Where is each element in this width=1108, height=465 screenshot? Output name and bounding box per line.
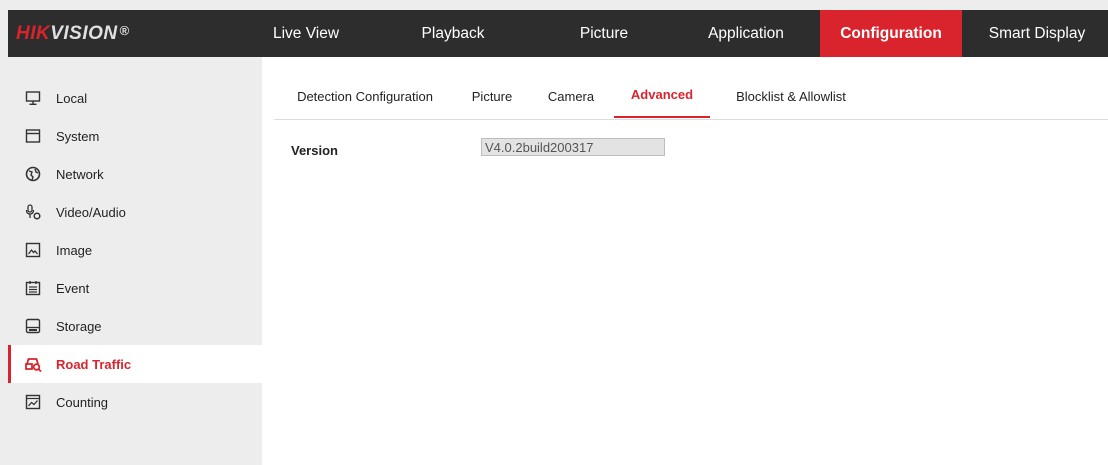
microphone-icon	[24, 203, 42, 221]
logo-registered-mark: ®	[119, 23, 130, 38]
version-field[interactable]	[481, 138, 665, 156]
tab-divider	[274, 119, 1108, 120]
window-icon	[24, 127, 42, 145]
sidebar-item-image[interactable]: Image	[8, 231, 262, 269]
car-search-icon	[24, 355, 42, 373]
monitor-icon	[24, 89, 42, 107]
sidebar-item-label: Video/Audio	[56, 204, 126, 220]
sidebar-item-label: System	[56, 128, 100, 144]
sidebar-item-label: Local	[56, 90, 88, 106]
nav-playback[interactable]: Playback	[413, 10, 493, 57]
sidebar-item-label: Image	[56, 242, 93, 258]
sidebar-item-system[interactable]: System	[8, 117, 262, 155]
sidebar-item-event[interactable]: Event	[8, 269, 262, 307]
sidebar-item-label: Counting	[56, 394, 109, 410]
nav-live-view[interactable]: Live View	[271, 10, 341, 57]
tab-blocklist-allowlist[interactable]: Blocklist & Allowlist	[726, 57, 856, 117]
disk-icon	[24, 317, 42, 335]
top-navigation-bar: HIKVISION ® Live View Playback Picture Ap…	[8, 10, 1108, 57]
sidebar-item-label: Network	[56, 166, 104, 182]
sidebar-item-road-traffic[interactable]: Road Traffic	[8, 345, 262, 383]
nav-configuration[interactable]: Configuration	[820, 10, 962, 57]
chart-icon	[24, 393, 42, 411]
calendar-icon	[24, 279, 42, 297]
hikvision-logo: HIKVISION ®	[16, 10, 130, 57]
tab-detection-configuration[interactable]: Detection Configuration	[289, 57, 441, 117]
nav-application[interactable]: Application	[696, 10, 796, 57]
sidebar-item-label: Road Traffic	[56, 356, 132, 372]
sidebar-item-storage[interactable]: Storage	[8, 307, 262, 345]
sidebar-item-local[interactable]: Local	[8, 79, 262, 117]
sidebar-item-network[interactable]: Network	[8, 155, 262, 193]
sidebar-item-video-audio[interactable]: Video/Audio	[8, 193, 262, 231]
tab-picture[interactable]: Picture	[468, 57, 516, 117]
sidebar: Local System Network Video/Audio Image E…	[8, 57, 262, 465]
nav-smart-display[interactable]: Smart Display	[977, 10, 1097, 57]
sidebar-item-label: Storage	[56, 318, 102, 334]
tab-advanced[interactable]: Advanced	[614, 57, 710, 118]
logo-part-vision: VISION	[50, 23, 118, 44]
nav-picture[interactable]: Picture	[570, 10, 638, 57]
image-icon	[24, 241, 42, 259]
globe-icon	[24, 165, 42, 183]
config-tabs: Detection Configuration Picture Camera A…	[274, 57, 1108, 119]
sidebar-item-counting[interactable]: Counting	[8, 383, 262, 421]
sidebar-item-label: Event	[56, 280, 90, 296]
app-frame: HIKVISION ® Live View Playback Picture Ap…	[8, 10, 1108, 465]
logo-part-hik: HIK	[16, 23, 51, 44]
tab-camera[interactable]: Camera	[544, 57, 598, 117]
version-label: Version	[291, 143, 338, 158]
